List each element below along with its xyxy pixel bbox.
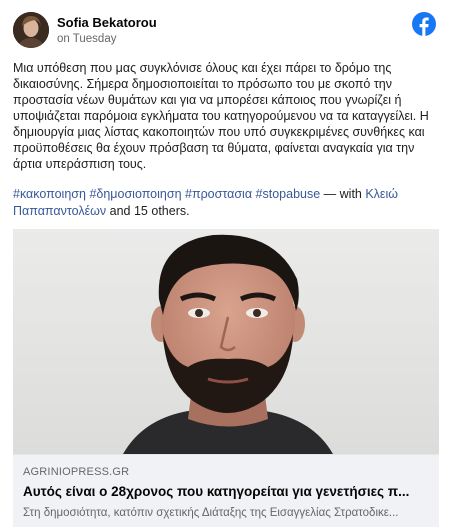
author-name[interactable]: Sofia Bekatorou — [57, 15, 157, 30]
hashtag-link[interactable]: #stopabuse — [256, 187, 321, 201]
hashtag-link[interactable]: #δημοσιοποιηση — [89, 187, 181, 201]
post-hashtags-line: #κακοποιηση #δημοσιοποιηση #προστασια #s… — [13, 186, 439, 220]
link-headline[interactable]: Αυτός είναι ο 28χρονος που κατηγορείται … — [23, 484, 431, 499]
link-domain: AGRINIOPRESS.GR — [23, 466, 130, 478]
facebook-post-card: Sofia Bekatorou on Tuesday Μια υπόθεση π… — [0, 0, 449, 527]
link-preview[interactable]: AGRINIOPRESS.GR Αυτός είναι ο 28χρονος π… — [13, 454, 439, 527]
with-text: — with — [320, 187, 366, 201]
facebook-icon — [412, 12, 436, 36]
period-text: . — [186, 204, 190, 218]
link-description: Στη δημοσιότητα, κατόπιν σχετικής Διάταξ… — [23, 507, 399, 519]
suspect-photo — [13, 229, 439, 454]
others-link[interactable]: 15 others — [134, 204, 186, 218]
post-body-text: Μια υπόθεση που μας συγκλόνισε όλους και… — [13, 61, 429, 171]
hashtag-link[interactable]: #κακοποιηση — [13, 187, 86, 201]
post-timestamp[interactable]: on Tuesday — [57, 33, 116, 45]
hashtag-link[interactable]: #προστασια — [185, 187, 252, 201]
author-avatar[interactable] — [13, 12, 49, 48]
post-header: Sofia Bekatorou on Tuesday — [13, 12, 436, 50]
post-link-image[interactable] — [13, 229, 439, 454]
and-text: and — [106, 204, 134, 218]
